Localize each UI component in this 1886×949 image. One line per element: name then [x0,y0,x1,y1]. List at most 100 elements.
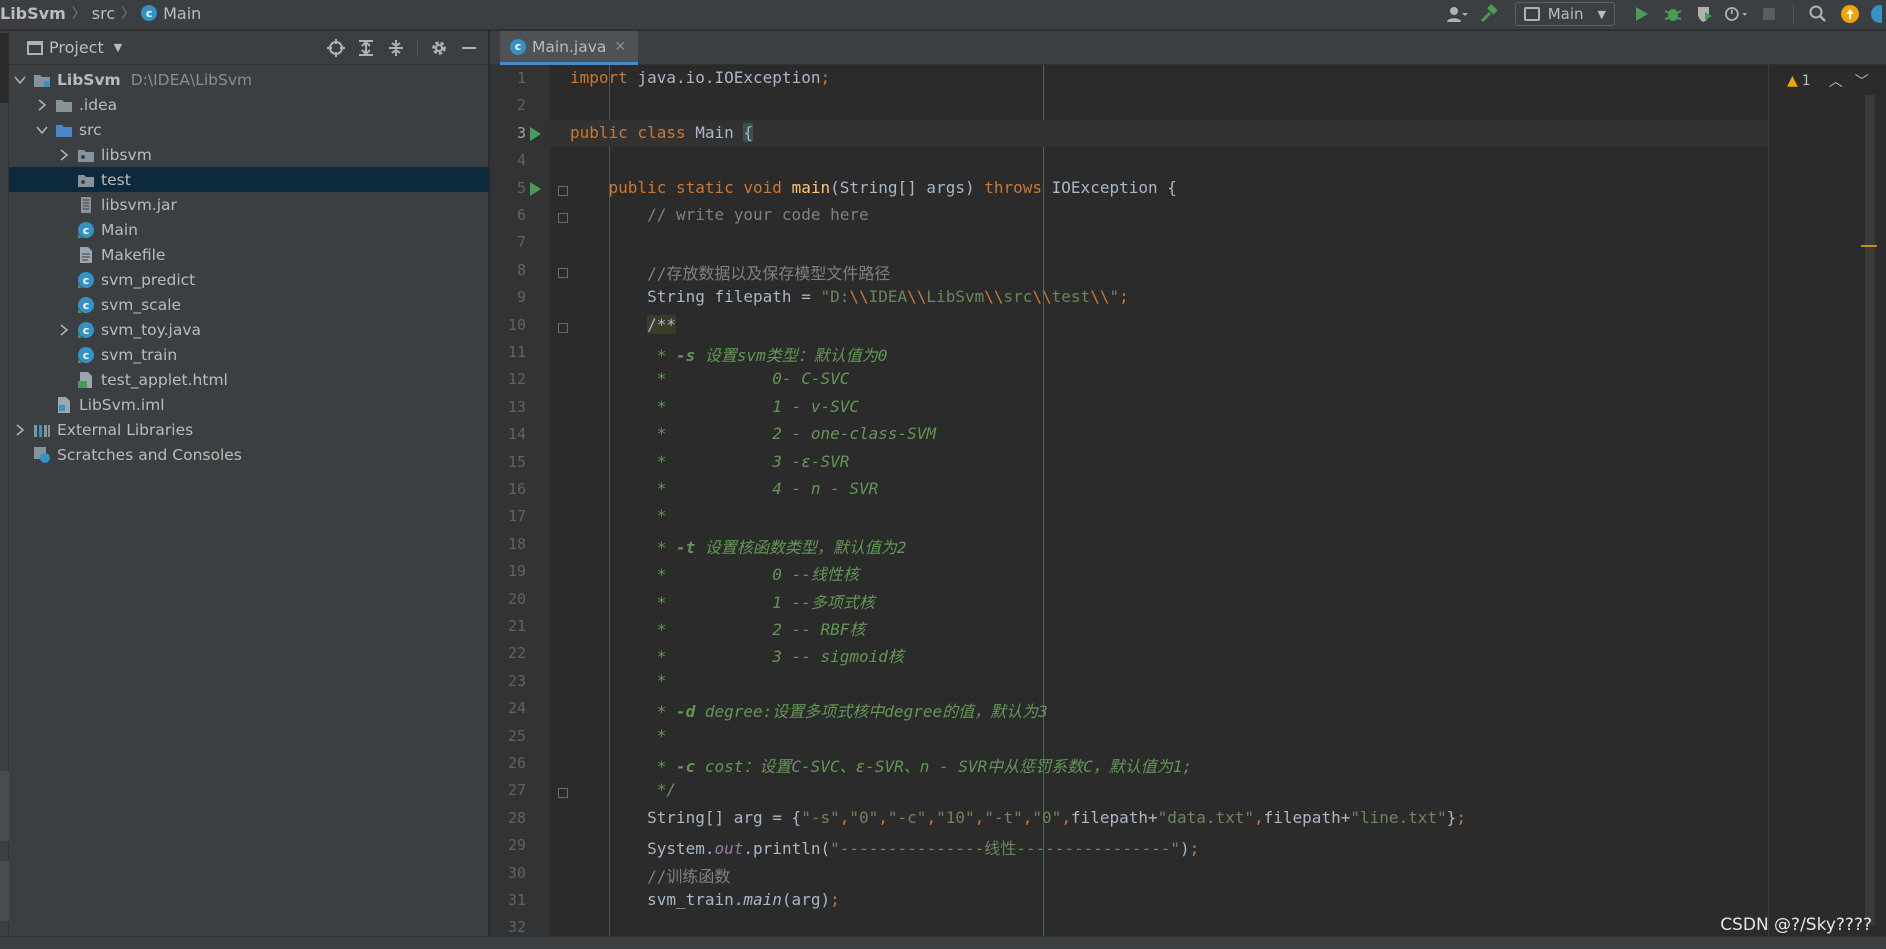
tree-item-scratches-and-consoles[interactable]: Scratches and Consoles [9,442,489,467]
tree-item-libsvm[interactable]: libsvm [9,142,489,167]
chevron-down-icon[interactable]: ﹀ [1855,71,1869,91]
code-token: * 4 - n - SVR [656,479,879,498]
tree-item-test[interactable]: test [9,167,489,192]
code-line: import java.io.IOException; [570,68,830,87]
chevron-right-icon[interactable] [57,323,71,336]
chevron-right-icon[interactable] [35,98,49,111]
fold-marker-icon[interactable] [558,788,568,799]
code-token: \\ [984,287,1004,307]
minimize-icon[interactable] [457,36,481,60]
breadcrumb-project[interactable]: LibSvm [0,4,66,23]
code-token: (String[] args) [830,177,985,197]
profile-icon[interactable] [1725,2,1749,26]
project-panel: Project ▼ LibSvm D:\IDEA\LibSvm .idea src li… [9,31,489,936]
project-panel-title[interactable]: Project [49,38,104,57]
warning-stripe-marker[interactable] [1861,245,1877,247]
breadcrumb-folder[interactable]: src [92,4,115,23]
search-icon[interactable] [1806,2,1830,26]
watermark: CSDN @?/Sky???? [1720,915,1872,935]
navigation-bar: LibSvm 〉 src 〉 c Main Main ▼ [0,0,1886,30]
scratches-icon [33,446,51,464]
line-number: 4 [516,151,526,170]
tree-item-svm-train[interactable]: c svm_train [9,342,489,367]
chevron-right-icon[interactable] [57,148,71,161]
java-class-icon: c [77,321,95,339]
code-token: * 2 - one-class-SVM [656,424,937,444]
tree-item-libsvm-iml[interactable]: LibSvm.iml [9,392,489,417]
fold-marker-icon[interactable] [558,267,568,278]
tree-item-libsvm[interactable]: LibSvm D:\IDEA\LibSvm [9,67,489,92]
line-number: 5 [516,178,526,197]
fold-marker-icon[interactable] [558,322,568,333]
tree-item-label: test [101,170,131,189]
svg-text:c: c [83,224,90,237]
gear-icon[interactable] [427,36,451,60]
update-icon[interactable] [1838,2,1862,26]
plugin-icon[interactable] [1870,2,1882,26]
tree-item-src[interactable]: src [9,117,489,142]
user-icon[interactable] [1445,2,1469,26]
run-gutter-icon[interactable] [530,181,541,196]
code-token: , [926,807,937,827]
run-configuration-label: Main [1547,5,1584,23]
line-number: 31 [507,891,526,909]
code-line: */ [570,780,676,799]
expand-all-icon[interactable] [354,36,378,60]
run-configuration-select[interactable]: Main ▼ [1514,2,1615,26]
run-gutter-icon[interactable] [530,126,541,141]
tree-item-makefile[interactable]: Makefile [9,242,489,267]
fold-marker-icon[interactable] [558,185,568,196]
inspection-widget[interactable]: ▲ 1 ︿ ﹀ [1787,71,1869,91]
code-line: * 2 -- RBF核 [570,616,866,640]
chevron-down-icon[interactable] [35,124,49,136]
project-tool-window-button[interactable] [0,33,9,103]
breadcrumb-folder-label: src [91,3,116,23]
code-line: * [570,506,667,525]
tree-item-main[interactable]: c Main [9,217,489,242]
html-file-icon [77,371,95,389]
svg-text:c: c [83,349,90,362]
tree-item-svm-toy-java[interactable]: c svm_toy.java [9,317,489,342]
stop-icon[interactable] [1757,2,1781,26]
chevron-down-icon[interactable]: ▼ [114,41,122,54]
chevron-down-icon[interactable] [13,74,27,86]
debug-icon[interactable] [1661,2,1685,26]
code-line: public static void main(String[] args) t… [570,178,1177,197]
collapse-all-icon[interactable] [384,36,408,60]
line-number-gutter: 1 2 3 4 5 6 7 8 9 10 11 12 13 14 15 16 17 18 19 20 21 22 23 24 2… [490,65,550,936]
code-line: * [570,671,667,690]
locate-icon[interactable] [324,36,348,60]
close-icon[interactable]: ✕ [614,39,626,55]
code-token: // write your code here [647,205,869,224]
tab-main-java[interactable]: c Main.java ✕ [500,31,639,65]
tree-item-svm-scale[interactable]: c svm_scale [9,292,489,317]
chevron-right-icon[interactable] [13,423,27,436]
code-line: * 1 --多项式核 [570,589,875,613]
run-icon[interactable] [1629,2,1653,26]
code-token: ; [1456,807,1466,827]
build-hammer-icon[interactable] [1477,2,1501,26]
package-icon [77,171,95,189]
tree-item-svm-predict[interactable]: c svm_predict [9,267,489,292]
breadcrumb-file[interactable]: c Main [141,4,201,23]
tree-item--idea[interactable]: .idea [9,92,489,117]
scrollbar[interactable] [1865,95,1875,925]
tree-item-test-applet-html[interactable]: test_applet.html [9,367,489,392]
tree-item-libsvm-jar[interactable]: libsvm.jar [9,192,489,217]
code-token: * [656,346,676,365]
tree-item-label: test_applet.html [101,370,228,389]
tree-item-label: Main [101,220,139,239]
structure-tool-window-button[interactable] [0,771,9,841]
favorites-tool-window-button[interactable] [0,861,9,921]
line-number: 29 [507,836,526,855]
tree-item-external-libraries[interactable]: External Libraries [9,417,489,442]
chevron-up-icon[interactable]: ︿ [1829,71,1843,91]
library-icon [33,421,51,439]
code-editor[interactable]: 1 2 3 4 5 6 7 8 9 10 11 12 13 14 15 16 17 18 19 20 21 22 23 24 2… [490,65,1886,936]
code-token: * 2 -- RBF核 [656,620,866,639]
coverage-icon[interactable] [1693,2,1717,26]
fold-marker-icon[interactable] [558,213,568,223]
